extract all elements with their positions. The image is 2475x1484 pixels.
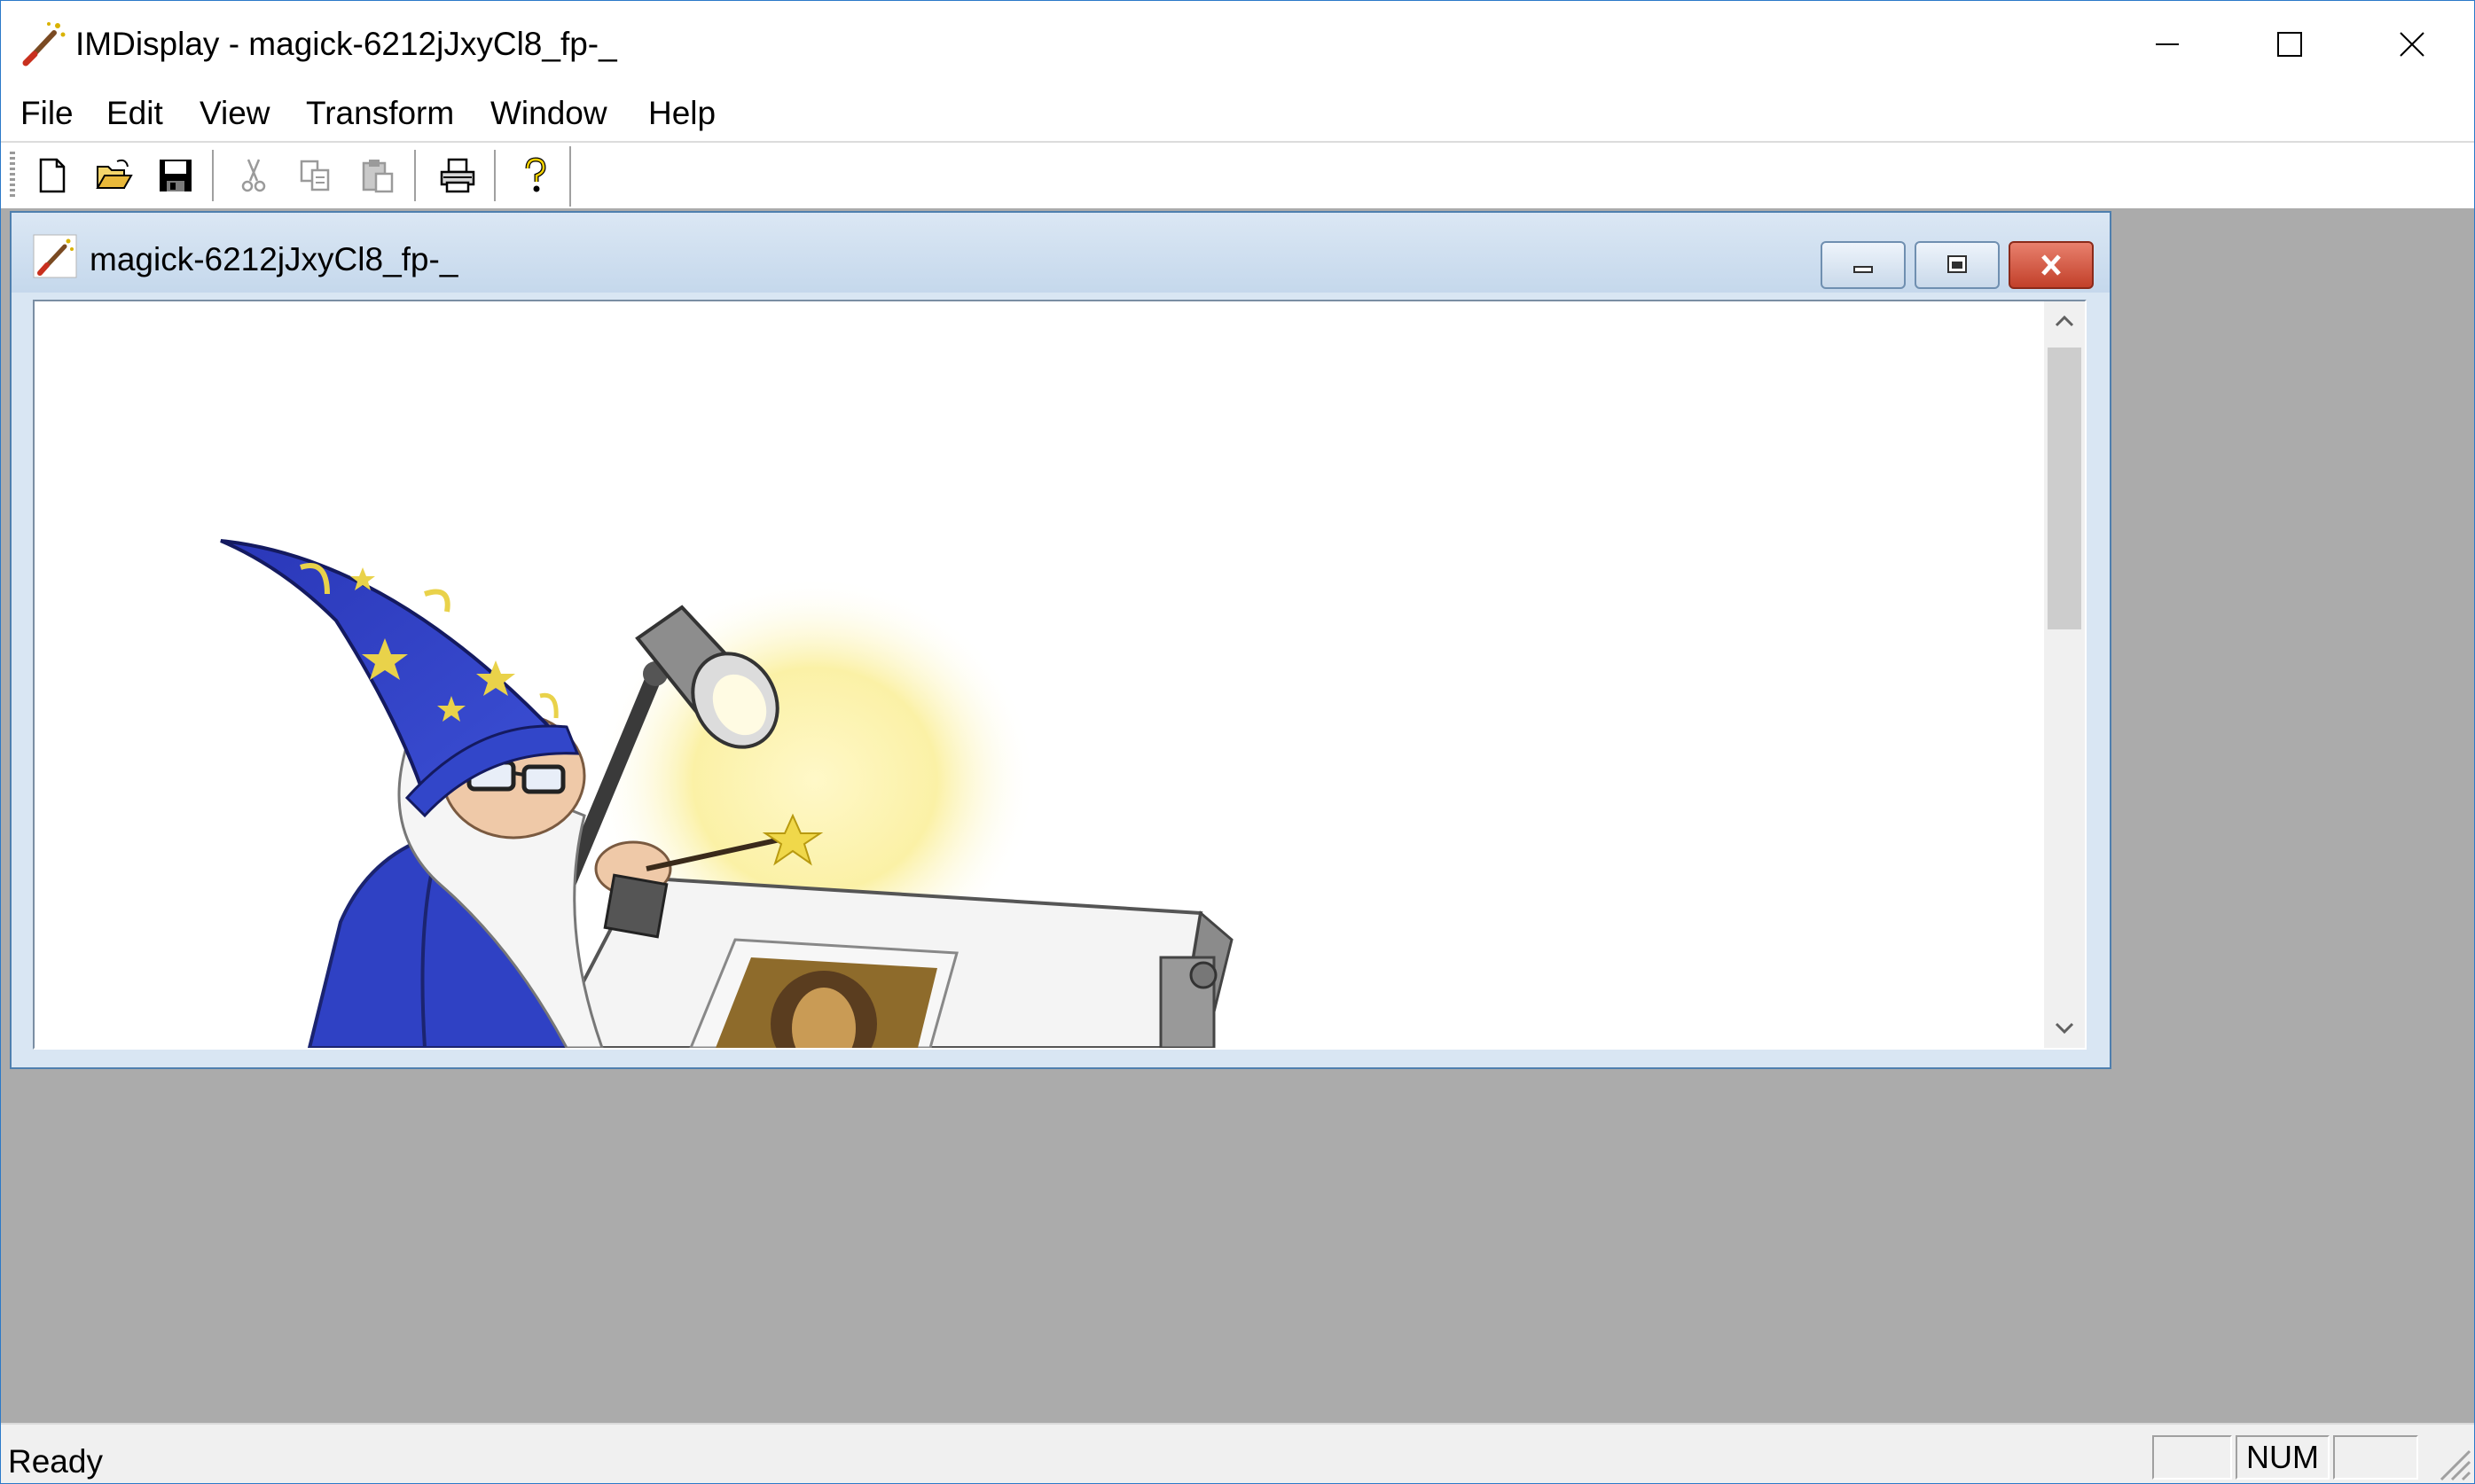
print-button[interactable] [432, 151, 483, 200]
menu-view[interactable]: View [200, 92, 270, 135]
status-pane-scroll [2333, 1435, 2418, 1480]
document-title-bar[interactable]: magick-6212jJxyCl8_fp-_ [12, 213, 2110, 293]
mdi-client-area: magick-6212jJxyCl8_fp-_ [1, 208, 2474, 1423]
paste-button[interactable] [352, 151, 403, 200]
status-bar: Ready NUM [1, 1423, 2474, 1483]
menu-transform[interactable]: Transform [306, 92, 454, 135]
status-pane-num: NUM [2236, 1435, 2330, 1480]
imdisplay-main-window: IMDisplay - magick-6212jJxyCl8_fp-_ File… [0, 0, 2475, 1484]
document-title: magick-6212jJxyCl8_fp-_ [90, 241, 458, 277]
toolbar-grip[interactable] [10, 152, 15, 199]
help-button[interactable] [510, 151, 561, 200]
menu-file[interactable]: File [20, 92, 74, 135]
document-close-button[interactable] [2009, 241, 2094, 289]
toolbar-separator [494, 150, 500, 201]
new-button[interactable] [26, 151, 77, 200]
status-text: Ready [8, 1443, 103, 1480]
document-client-area [33, 300, 2087, 1050]
document-minimize-button[interactable] [1821, 241, 1906, 289]
resize-grip-icon[interactable] [2434, 1444, 2471, 1481]
scroll-up-button[interactable] [2044, 301, 2085, 340]
open-button[interactable] [88, 151, 139, 200]
close-button[interactable] [2351, 1, 2473, 88]
toolbar-separator [212, 150, 218, 201]
minimize-button[interactable] [2106, 1, 2228, 88]
scroll-thumb[interactable] [2048, 348, 2081, 629]
vertical-scrollbar[interactable] [2044, 301, 2085, 1048]
menu-bar: File Edit View Transform Window Help [1, 88, 2474, 139]
title-bar[interactable]: IMDisplay - magick-6212jJxyCl8_fp-_ [1, 1, 2474, 88]
wand-icon[interactable] [33, 234, 77, 278]
document-restore-button[interactable] [1915, 241, 2000, 289]
document-window: magick-6212jJxyCl8_fp-_ [10, 211, 2111, 1069]
maximize-button[interactable] [2228, 1, 2351, 88]
cut-button[interactable] [228, 151, 279, 200]
menu-help[interactable]: Help [648, 92, 716, 135]
save-button[interactable] [150, 151, 201, 200]
menu-edit[interactable]: Edit [106, 92, 163, 135]
image-canvas[interactable] [35, 301, 2044, 1048]
wand-icon[interactable] [19, 19, 68, 68]
toolbar [1, 141, 2474, 210]
toolbar-end-divider [569, 146, 571, 207]
imagemagick-wizard-image [220, 539, 1234, 1048]
copy-button[interactable] [290, 151, 341, 200]
menu-window[interactable]: Window [490, 92, 607, 135]
scroll-down-button[interactable] [2044, 1009, 2085, 1048]
status-pane-caps [2152, 1435, 2232, 1480]
toolbar-separator [414, 150, 420, 201]
window-title: IMDisplay - magick-6212jJxyCl8_fp-_ [75, 26, 617, 62]
